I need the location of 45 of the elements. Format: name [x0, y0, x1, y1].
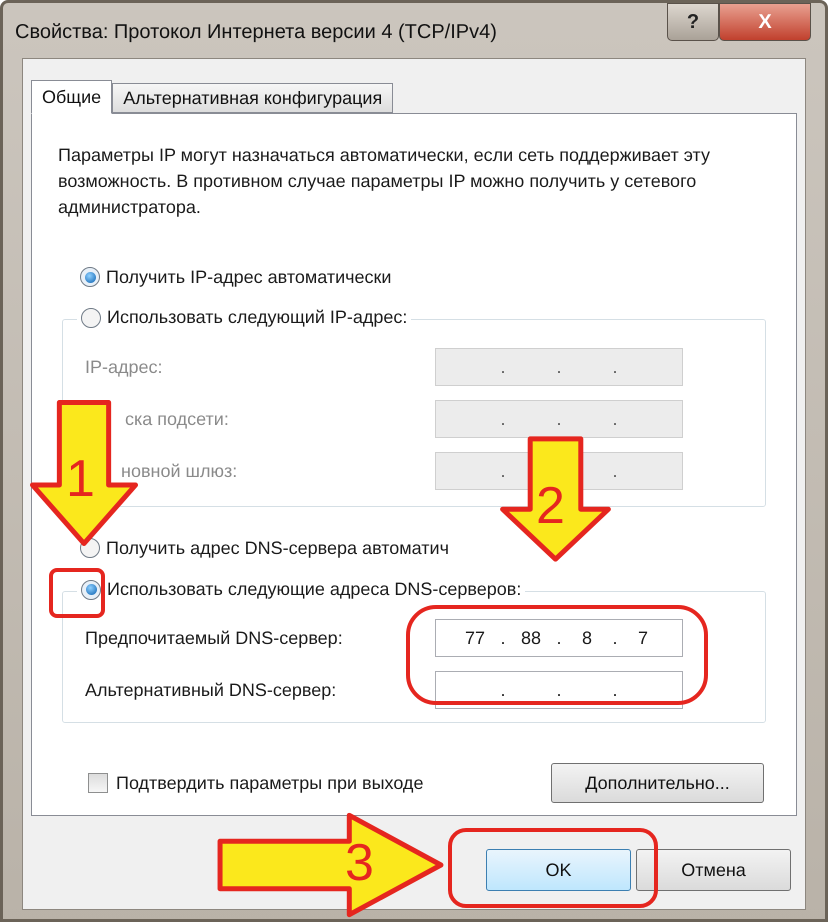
- checkbox-label: Подтвердить параметры при выходе: [116, 772, 424, 795]
- radio-label: Использовать следующие адреса DNS-серверов:: [107, 578, 522, 601]
- ok-button[interactable]: OK: [486, 849, 631, 891]
- field-label: Альтернативный DNS-сервер:: [85, 678, 336, 702]
- dot-separator: .: [556, 678, 562, 702]
- dot-separator: .: [556, 408, 562, 430]
- help-button[interactable]: ?: [667, 3, 719, 41]
- field-label: IP-адрес:: [85, 356, 163, 379]
- octet-text: 7: [638, 628, 648, 648]
- checkbox[interactable]: [88, 773, 108, 793]
- radio-button[interactable]: [80, 267, 100, 287]
- cancel-button[interactable]: Отмена: [636, 849, 791, 891]
- dot-separator: .: [500, 356, 506, 378]
- dot-separator: .: [556, 356, 562, 378]
- advanced-button[interactable]: Дополнительно...: [551, 763, 764, 803]
- dot-separator: .: [612, 678, 618, 702]
- description-text: Параметры IP могут назначаться автоматически, если сеть поддерживает эту возможность. В противном случае параметры IP можно получить у сетевого администратора.: [58, 144, 711, 219]
- dot-separator: .: [612, 626, 618, 650]
- octet-text: 77: [464, 628, 486, 648]
- field-label: Предпочитаемый DNS-сервер:: [85, 626, 343, 650]
- highlight-frame: [49, 568, 105, 618]
- dot-separator: .: [500, 460, 506, 482]
- field-label: ска подсети:: [125, 408, 229, 431]
- dot-separator: .: [500, 408, 506, 430]
- dot-separator: .: [500, 678, 506, 702]
- step-number: 3: [345, 837, 374, 889]
- dot-separator: .: [612, 460, 618, 482]
- dot-separator: .: [612, 408, 618, 430]
- radio-label: Получить адрес DNS-сервера автоматич: [106, 536, 449, 560]
- down-arrow-icon: [498, 435, 613, 563]
- ip-address-field[interactable]: 77 . 88 . 8 . 7: [435, 619, 683, 657]
- dot-separator: .: [556, 626, 562, 650]
- radio-label: Использовать следующий IP-адрес:: [107, 306, 408, 329]
- octet-text: 8: [582, 628, 592, 648]
- octet-text: 88: [520, 628, 542, 648]
- dot-separator: .: [612, 356, 618, 378]
- dot-separator: .: [500, 626, 506, 650]
- tab[interactable]: Общие: [31, 80, 112, 114]
- radio-button[interactable]: [81, 580, 101, 600]
- radio-label: Получить IP-адрес автоматически: [106, 266, 392, 289]
- tab[interactable]: Альтернативная конфигурация: [112, 83, 394, 113]
- window-title: Свойства: Протокол Интернета версии 4 (TCP/IPv4): [15, 20, 497, 45]
- field-label: новной шлюз:: [121, 460, 238, 482]
- step-number: 1: [66, 453, 95, 505]
- radio-button[interactable]: [81, 308, 101, 328]
